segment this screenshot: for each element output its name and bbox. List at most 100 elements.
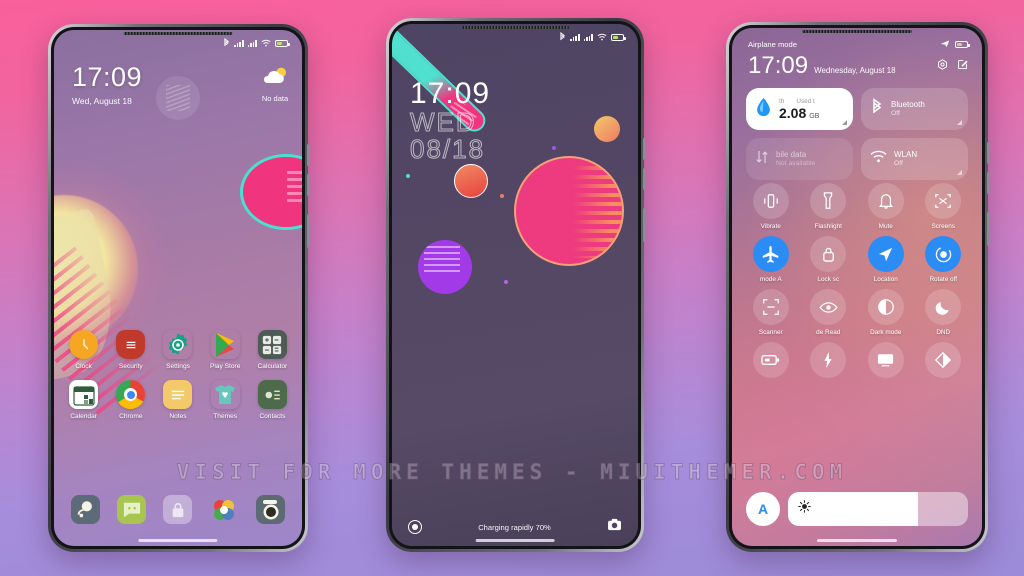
volume-down-button[interactable]: [987, 172, 990, 194]
flashlight-icon[interactable]: [408, 520, 422, 534]
toggle-battery-saver[interactable]: [742, 342, 800, 382]
notes-icon: [163, 380, 193, 409]
toggle-lock-screen[interactable]: Lock sc: [800, 236, 858, 283]
toggle-location[interactable]: Location: [857, 236, 915, 283]
toggle-vibrate[interactable]: Vibrate: [742, 183, 800, 230]
phone1-screen: 17:09 Wed, August 18 No data Clock Secur…: [54, 30, 302, 546]
bluetooth-icon: [870, 97, 884, 121]
signal-icon: [234, 39, 244, 47]
airplane-icon: [752, 236, 789, 272]
tile-sub: Off: [891, 109, 900, 117]
weather-widget[interactable]: No data: [260, 66, 290, 103]
lock-icon: [810, 236, 847, 272]
quick-tiles: th Used t 2.08 GB Bluetooth Off bile dat…: [746, 88, 968, 180]
calculator-icon: [257, 330, 287, 359]
app-label: Chrome: [119, 413, 143, 420]
toggle-label: Dark mode: [870, 329, 902, 336]
volume-up-button[interactable]: [643, 138, 646, 160]
home-indicator[interactable]: [138, 539, 218, 542]
contacts-icon: [257, 380, 287, 409]
app-chrome[interactable]: Chrome: [107, 380, 154, 420]
moon-icon: [925, 289, 962, 325]
battery-icon: [955, 40, 970, 48]
toggle-grid: Vibrate Flashlight Mute Screens mode A L…: [742, 183, 972, 382]
app-calculator[interactable]: Calculator: [249, 330, 296, 370]
expand-corner-icon[interactable]: [957, 120, 962, 125]
app-security[interactable]: Security: [107, 330, 154, 370]
wallpaper-yellow-planet: [594, 116, 620, 142]
app-calendar[interactable]: Calendar: [60, 380, 107, 420]
tile-wlan[interactable]: WLAN Off: [861, 138, 968, 180]
tile-title: Bluetooth: [891, 99, 925, 109]
app-label: Themes: [213, 413, 238, 420]
earpiece-grille: [460, 26, 570, 29]
toggle-label: Rotate off: [929, 276, 958, 283]
wallpaper-dot: [504, 280, 508, 284]
lock-icon[interactable]: [163, 495, 193, 524]
wallpaper-showcase: 17:09 Wed, August 18 No data Clock Secur…: [0, 0, 1024, 576]
toggle-label: Screens: [931, 223, 955, 230]
gallery-icon[interactable]: [210, 495, 239, 524]
brightness-slider[interactable]: [788, 492, 968, 526]
expand-corner-icon[interactable]: [957, 170, 962, 175]
toggle-color-contrast[interactable]: [915, 342, 973, 382]
edit-icon[interactable]: [957, 57, 968, 75]
camera-icon[interactable]: [607, 518, 622, 536]
lock-time: 17:09: [410, 77, 491, 110]
tile-data-usage[interactable]: th Used t 2.08 GB: [746, 88, 853, 130]
tile-mobile-data[interactable]: bile data Not available: [746, 138, 853, 180]
shield-icon: [116, 330, 146, 359]
phone-icon[interactable]: [70, 495, 100, 524]
volume-up-button[interactable]: [307, 144, 310, 166]
volume-down-button[interactable]: [307, 174, 310, 196]
tile-bluetooth[interactable]: Bluetooth Off: [861, 88, 968, 130]
app-play-store[interactable]: Play Store: [202, 330, 249, 370]
toggle-label: Scanner: [758, 329, 783, 336]
toggle-scanner[interactable]: Scanner: [742, 289, 800, 336]
wallpaper-dot: [552, 146, 556, 150]
home-indicator[interactable]: [475, 539, 555, 542]
app-themes[interactable]: Themes: [202, 380, 249, 420]
usage-sub-left: th: [779, 97, 785, 105]
gear-icon: [163, 330, 192, 359]
toggle-flashlight[interactable]: Flashlight: [800, 183, 858, 230]
app-settings[interactable]: Settings: [154, 330, 201, 370]
tile-sub: Off: [894, 159, 903, 167]
toggle-reading-mode[interactable]: de Read: [800, 289, 858, 336]
power-button[interactable]: [987, 212, 990, 246]
toggle-dark-mode[interactable]: Dark mode: [857, 289, 915, 336]
settings-icon[interactable]: [937, 57, 948, 75]
toggle-dnd[interactable]: DND: [915, 289, 973, 336]
app-contacts[interactable]: Contacts: [249, 380, 296, 420]
power-button[interactable]: [307, 214, 310, 248]
toggle-label: Location: [873, 276, 898, 283]
battery-saver-icon: [752, 342, 789, 378]
toggle-rotate[interactable]: Rotate off: [915, 236, 973, 283]
toggle-label: Lock sc: [817, 276, 840, 283]
phone-control-center: Airplane mode 17:09 Wednesday, August 18: [726, 22, 990, 552]
app-notes[interactable]: Notes: [154, 380, 201, 420]
battery-icon: [611, 33, 626, 41]
volume-up-button[interactable]: [987, 142, 990, 164]
scanner-icon: [752, 289, 789, 325]
toggle-airplane-mode[interactable]: mode A: [742, 236, 800, 283]
wallpaper-pink-planet: [240, 153, 302, 230]
toggle-cast[interactable]: [857, 342, 915, 382]
auto-brightness-button[interactable]: A: [746, 492, 780, 526]
app-clock[interactable]: Clock: [60, 330, 107, 370]
bell-icon: [867, 183, 904, 219]
data-drop-icon: [755, 97, 772, 122]
home-clock-widget[interactable]: 17:09 Wed, August 18 No data: [54, 64, 302, 107]
volume-down-button[interactable]: [643, 168, 646, 190]
toggle-bolt[interactable]: [800, 342, 858, 382]
home-indicator[interactable]: [817, 539, 897, 542]
lock-date: 08/18: [409, 133, 486, 164]
phone3-screen: Airplane mode 17:09 Wednesday, August 18: [732, 28, 982, 546]
toggle-mute[interactable]: Mute: [857, 183, 915, 230]
toggle-screenshot[interactable]: Screens: [915, 183, 973, 230]
camera-icon[interactable]: [256, 495, 286, 524]
wifi-icon: [261, 39, 271, 47]
power-button[interactable]: [643, 208, 646, 242]
messages-icon[interactable]: [117, 495, 147, 524]
expand-corner-icon[interactable]: [842, 120, 847, 125]
